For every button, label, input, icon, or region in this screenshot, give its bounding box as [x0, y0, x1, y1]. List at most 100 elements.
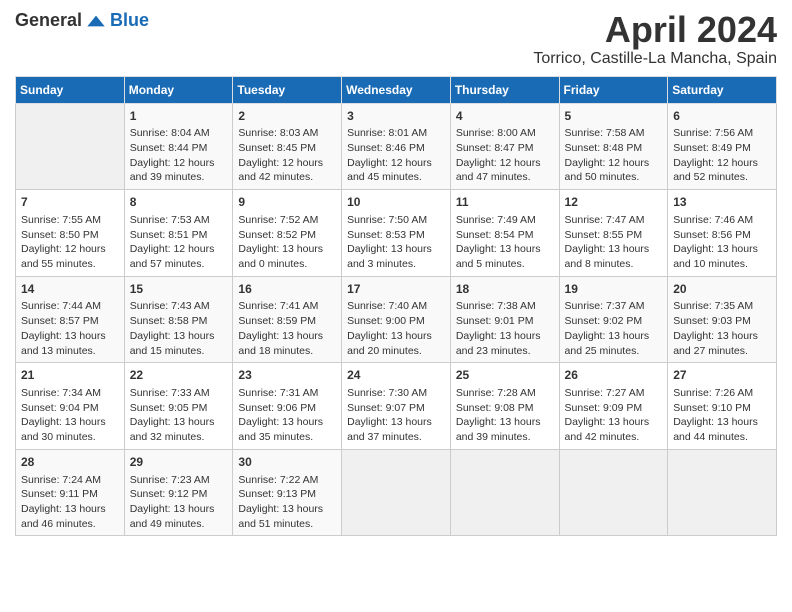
cell-text: and 39 minutes.	[130, 170, 228, 185]
day-number: 8	[130, 194, 228, 211]
cell-text: Sunset: 9:07 PM	[347, 401, 445, 416]
day-number: 3	[347, 108, 445, 125]
cell-text: Sunset: 8:56 PM	[673, 228, 771, 243]
day-number: 15	[130, 281, 228, 298]
day-number: 19	[565, 281, 663, 298]
calendar-cell: 19Sunrise: 7:37 AMSunset: 9:02 PMDayligh…	[559, 276, 668, 363]
cell-text: Sunset: 9:03 PM	[673, 314, 771, 329]
cell-text: Sunrise: 7:55 AM	[21, 213, 119, 228]
cell-text: Sunset: 8:55 PM	[565, 228, 663, 243]
cell-text: and 51 minutes.	[238, 517, 336, 532]
cell-text: Sunset: 8:45 PM	[238, 141, 336, 156]
cell-text: Sunrise: 7:31 AM	[238, 386, 336, 401]
cell-text: and 27 minutes.	[673, 344, 771, 359]
cell-text: Daylight: 13 hours	[21, 415, 119, 430]
cell-text: Sunrise: 8:01 AM	[347, 126, 445, 141]
day-number: 2	[238, 108, 336, 125]
cell-text: Sunrise: 7:37 AM	[565, 299, 663, 314]
calendar-week-row: 21Sunrise: 7:34 AMSunset: 9:04 PMDayligh…	[16, 363, 777, 450]
cell-text: and 42 minutes.	[565, 430, 663, 445]
cell-text: Sunset: 8:54 PM	[456, 228, 554, 243]
cell-text: Daylight: 13 hours	[673, 415, 771, 430]
cell-text: and 15 minutes.	[130, 344, 228, 359]
calendar-cell: 29Sunrise: 7:23 AMSunset: 9:12 PMDayligh…	[124, 449, 233, 536]
calendar-cell: 21 Sunrise: 7:34 AMSunset: 9:04 PMDayligh…	[16, 363, 125, 450]
cell-text: Sunset: 9:04 PM	[21, 401, 119, 416]
calendar-week-row: 28Sunrise: 7:24 AMSunset: 9:11 PMDayligh…	[16, 449, 777, 536]
day-number: 7	[21, 194, 119, 211]
calendar-cell: 11Sunrise: 7:49 AMSunset: 8:54 PMDayligh…	[450, 190, 559, 277]
cell-text: Sunset: 8:51 PM	[130, 228, 228, 243]
cell-text: Daylight: 13 hours	[238, 415, 336, 430]
cell-text: Sunrise: 7:35 AM	[673, 299, 771, 314]
calendar-cell: 28Sunrise: 7:24 AMSunset: 9:11 PMDayligh…	[16, 449, 125, 536]
calendar-body: 1Sunrise: 8:04 AMSunset: 8:44 PMDaylight…	[16, 103, 777, 536]
day-header-tuesday: Tuesday	[233, 76, 342, 103]
cell-text: and 8 minutes.	[565, 257, 663, 272]
cell-text: Daylight: 12 hours	[21, 242, 119, 257]
cell-text: and 49 minutes.	[130, 517, 228, 532]
day-header-sunday: Sunday	[16, 76, 125, 103]
cell-text: Sunrise: 8:00 AM	[456, 126, 554, 141]
cell-text: Daylight: 13 hours	[565, 242, 663, 257]
cell-text: Sunrise: 7:49 AM	[456, 213, 554, 228]
logo-icon	[86, 11, 106, 31]
cell-text: Sunrise: 7:34 AM	[21, 386, 119, 401]
calendar-cell: 10Sunrise: 7:50 AMSunset: 8:53 PMDayligh…	[342, 190, 451, 277]
day-number: 29	[130, 454, 228, 471]
cell-text: Daylight: 13 hours	[456, 415, 554, 430]
cell-text: Sunrise: 7:58 AM	[565, 126, 663, 141]
calendar-header: SundayMondayTuesdayWednesdayThursdayFrid…	[16, 76, 777, 103]
day-header-wednesday: Wednesday	[342, 76, 451, 103]
calendar-cell: 2Sunrise: 8:03 AMSunset: 8:45 PMDaylight…	[233, 103, 342, 190]
cell-text: Sunset: 9:01 PM	[456, 314, 554, 329]
logo-blue-text: Blue	[110, 10, 149, 31]
cell-text: Sunrise: 7:43 AM	[130, 299, 228, 314]
cell-text: Sunrise: 7:41 AM	[238, 299, 336, 314]
cell-text: Sunset: 8:49 PM	[673, 141, 771, 156]
cell-text: and 20 minutes.	[347, 344, 445, 359]
cell-text: and 45 minutes.	[347, 170, 445, 185]
cell-text: Sunrise: 7:26 AM	[673, 386, 771, 401]
day-number: 30	[238, 454, 336, 471]
cell-text: Sunset: 8:48 PM	[565, 141, 663, 156]
calendar-cell: 22Sunrise: 7:33 AMSunset: 9:05 PMDayligh…	[124, 363, 233, 450]
cell-text: Daylight: 12 hours	[347, 156, 445, 171]
day-number: 4	[456, 108, 554, 125]
day-number: 10	[347, 194, 445, 211]
cell-text: Sunset: 9:13 PM	[238, 487, 336, 502]
calendar-cell: 18Sunrise: 7:38 AMSunset: 9:01 PMDayligh…	[450, 276, 559, 363]
day-header-friday: Friday	[559, 76, 668, 103]
cell-text: Sunset: 9:00 PM	[347, 314, 445, 329]
day-number: 23	[238, 367, 336, 384]
cell-text: and 52 minutes.	[673, 170, 771, 185]
cell-text: Sunset: 8:50 PM	[21, 228, 119, 243]
calendar-cell: 15Sunrise: 7:43 AMSunset: 8:58 PMDayligh…	[124, 276, 233, 363]
cell-text: and 0 minutes.	[238, 257, 336, 272]
calendar-cell: 26Sunrise: 7:27 AMSunset: 9:09 PMDayligh…	[559, 363, 668, 450]
cell-text: Daylight: 13 hours	[130, 415, 228, 430]
calendar-cell: 8Sunrise: 7:53 AMSunset: 8:51 PMDaylight…	[124, 190, 233, 277]
calendar-cell: 30Sunrise: 7:22 AMSunset: 9:13 PMDayligh…	[233, 449, 342, 536]
cell-text: Sunset: 9:05 PM	[130, 401, 228, 416]
cell-text: Daylight: 12 hours	[238, 156, 336, 171]
logo: General Blue	[15, 10, 149, 31]
calendar-cell: 23Sunrise: 7:31 AMSunset: 9:06 PMDayligh…	[233, 363, 342, 450]
page-title: April 2024	[533, 10, 777, 50]
day-number: 25	[456, 367, 554, 384]
day-number: 21	[21, 367, 119, 384]
header: General Blue April 2024 Torrico, Castill…	[15, 10, 777, 68]
day-number: 18	[456, 281, 554, 298]
calendar-cell: 13Sunrise: 7:46 AMSunset: 8:56 PMDayligh…	[668, 190, 777, 277]
calendar-week-row: 7Sunrise: 7:55 AMSunset: 8:50 PMDaylight…	[16, 190, 777, 277]
cell-text: Sunrise: 7:22 AM	[238, 473, 336, 488]
cell-text: Daylight: 13 hours	[456, 242, 554, 257]
cell-text: and 5 minutes.	[456, 257, 554, 272]
day-number: 9	[238, 194, 336, 211]
calendar-cell: 7 Sunrise: 7:55 AMSunset: 8:50 PMDaylight…	[16, 190, 125, 277]
title-area: April 2024 Torrico, Castille-La Mancha, …	[533, 10, 777, 68]
calendar-cell: 3Sunrise: 8:01 AMSunset: 8:46 PMDaylight…	[342, 103, 451, 190]
cell-text: and 42 minutes.	[238, 170, 336, 185]
cell-text: and 25 minutes.	[565, 344, 663, 359]
calendar-cell	[559, 449, 668, 536]
